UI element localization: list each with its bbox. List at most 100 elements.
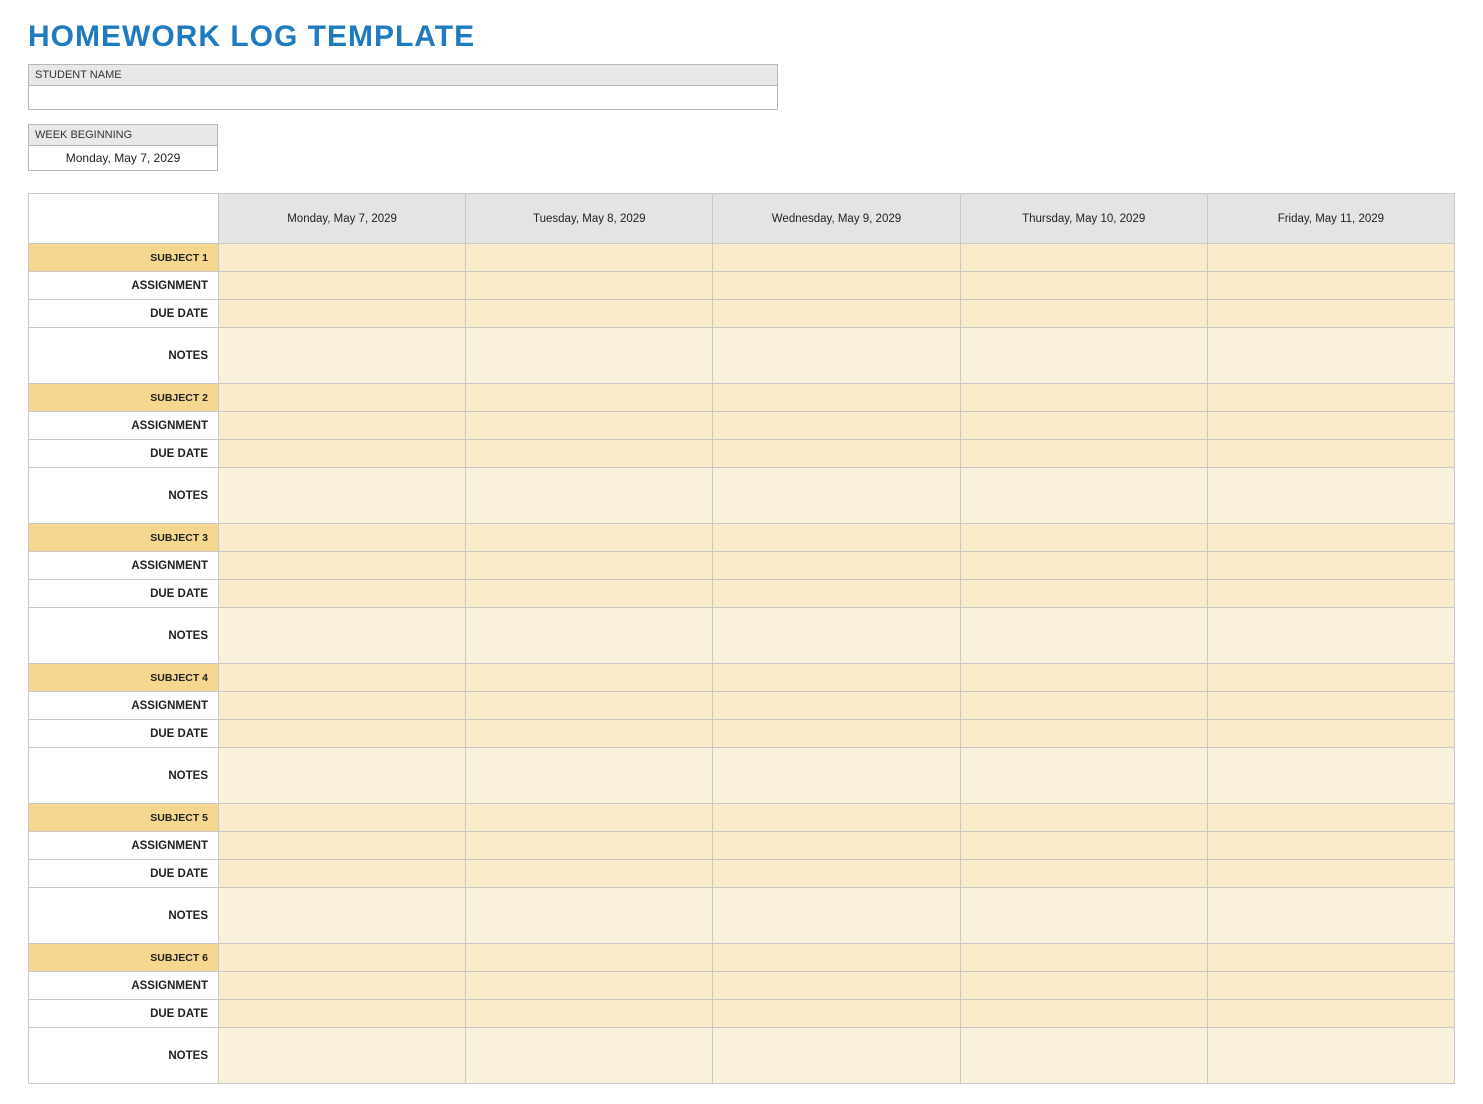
cell-notes[interactable] — [713, 608, 960, 664]
cell-subject[interactable] — [219, 804, 466, 832]
cell-assignment[interactable] — [1207, 412, 1454, 440]
cell-notes[interactable] — [960, 748, 1207, 804]
cell-due_date[interactable] — [466, 300, 713, 328]
cell-assignment[interactable] — [713, 832, 960, 860]
cell-notes[interactable] — [960, 328, 1207, 384]
cell-due_date[interactable] — [960, 720, 1207, 748]
cell-due_date[interactable] — [219, 720, 466, 748]
cell-subject[interactable] — [713, 944, 960, 972]
cell-notes[interactable] — [219, 888, 466, 944]
cell-due_date[interactable] — [960, 860, 1207, 888]
cell-subject[interactable] — [1207, 244, 1454, 272]
cell-due_date[interactable] — [1207, 300, 1454, 328]
cell-notes[interactable] — [1207, 748, 1454, 804]
cell-subject[interactable] — [960, 524, 1207, 552]
cell-due_date[interactable] — [960, 300, 1207, 328]
cell-subject[interactable] — [466, 524, 713, 552]
cell-notes[interactable] — [466, 888, 713, 944]
cell-notes[interactable] — [713, 1028, 960, 1084]
cell-notes[interactable] — [1207, 608, 1454, 664]
cell-assignment[interactable] — [960, 832, 1207, 860]
cell-assignment[interactable] — [219, 412, 466, 440]
cell-due_date[interactable] — [466, 580, 713, 608]
cell-subject[interactable] — [466, 804, 713, 832]
cell-assignment[interactable] — [466, 552, 713, 580]
cell-notes[interactable] — [1207, 1028, 1454, 1084]
cell-assignment[interactable] — [219, 552, 466, 580]
cell-assignment[interactable] — [219, 832, 466, 860]
cell-notes[interactable] — [1207, 888, 1454, 944]
cell-subject[interactable] — [713, 804, 960, 832]
cell-subject[interactable] — [219, 524, 466, 552]
cell-notes[interactable] — [960, 468, 1207, 524]
cell-notes[interactable] — [960, 608, 1207, 664]
cell-notes[interactable] — [466, 468, 713, 524]
cell-assignment[interactable] — [960, 972, 1207, 1000]
cell-subject[interactable] — [960, 664, 1207, 692]
cell-due_date[interactable] — [466, 720, 713, 748]
cell-notes[interactable] — [960, 1028, 1207, 1084]
cell-subject[interactable] — [219, 384, 466, 412]
cell-due_date[interactable] — [466, 1000, 713, 1028]
cell-assignment[interactable] — [960, 412, 1207, 440]
cell-notes[interactable] — [1207, 468, 1454, 524]
cell-subject[interactable] — [466, 664, 713, 692]
cell-due_date[interactable] — [466, 860, 713, 888]
cell-assignment[interactable] — [466, 972, 713, 1000]
cell-assignment[interactable] — [219, 692, 466, 720]
cell-assignment[interactable] — [1207, 972, 1454, 1000]
cell-assignment[interactable] — [713, 692, 960, 720]
cell-assignment[interactable] — [960, 272, 1207, 300]
cell-notes[interactable] — [219, 328, 466, 384]
cell-subject[interactable] — [713, 384, 960, 412]
cell-notes[interactable] — [219, 468, 466, 524]
cell-subject[interactable] — [960, 244, 1207, 272]
cell-due_date[interactable] — [960, 580, 1207, 608]
cell-due_date[interactable] — [713, 720, 960, 748]
cell-notes[interactable] — [713, 888, 960, 944]
cell-due_date[interactable] — [1207, 440, 1454, 468]
cell-assignment[interactable] — [466, 832, 713, 860]
cell-due_date[interactable] — [219, 300, 466, 328]
cell-subject[interactable] — [960, 384, 1207, 412]
cell-due_date[interactable] — [960, 440, 1207, 468]
cell-subject[interactable] — [1207, 664, 1454, 692]
cell-subject[interactable] — [960, 944, 1207, 972]
cell-due_date[interactable] — [713, 580, 960, 608]
cell-assignment[interactable] — [466, 692, 713, 720]
cell-notes[interactable] — [1207, 328, 1454, 384]
cell-due_date[interactable] — [713, 440, 960, 468]
cell-assignment[interactable] — [466, 412, 713, 440]
cell-assignment[interactable] — [960, 552, 1207, 580]
cell-due_date[interactable] — [960, 1000, 1207, 1028]
cell-due_date[interactable] — [219, 580, 466, 608]
cell-subject[interactable] — [466, 244, 713, 272]
cell-notes[interactable] — [219, 748, 466, 804]
cell-subject[interactable] — [219, 944, 466, 972]
cell-due_date[interactable] — [219, 860, 466, 888]
cell-assignment[interactable] — [1207, 272, 1454, 300]
cell-assignment[interactable] — [713, 972, 960, 1000]
cell-due_date[interactable] — [1207, 720, 1454, 748]
cell-notes[interactable] — [713, 748, 960, 804]
cell-subject[interactable] — [219, 664, 466, 692]
cell-subject[interactable] — [1207, 804, 1454, 832]
cell-subject[interactable] — [713, 244, 960, 272]
cell-assignment[interactable] — [466, 272, 713, 300]
cell-subject[interactable] — [466, 944, 713, 972]
cell-subject[interactable] — [713, 664, 960, 692]
cell-due_date[interactable] — [713, 860, 960, 888]
cell-assignment[interactable] — [713, 272, 960, 300]
cell-due_date[interactable] — [1207, 580, 1454, 608]
cell-due_date[interactable] — [713, 1000, 960, 1028]
cell-due_date[interactable] — [219, 440, 466, 468]
cell-due_date[interactable] — [219, 1000, 466, 1028]
cell-notes[interactable] — [960, 888, 1207, 944]
cell-due_date[interactable] — [1207, 860, 1454, 888]
cell-assignment[interactable] — [219, 972, 466, 1000]
cell-notes[interactable] — [466, 1028, 713, 1084]
cell-notes[interactable] — [219, 1028, 466, 1084]
student-name-input[interactable] — [28, 86, 778, 110]
cell-notes[interactable] — [466, 748, 713, 804]
cell-assignment[interactable] — [219, 272, 466, 300]
